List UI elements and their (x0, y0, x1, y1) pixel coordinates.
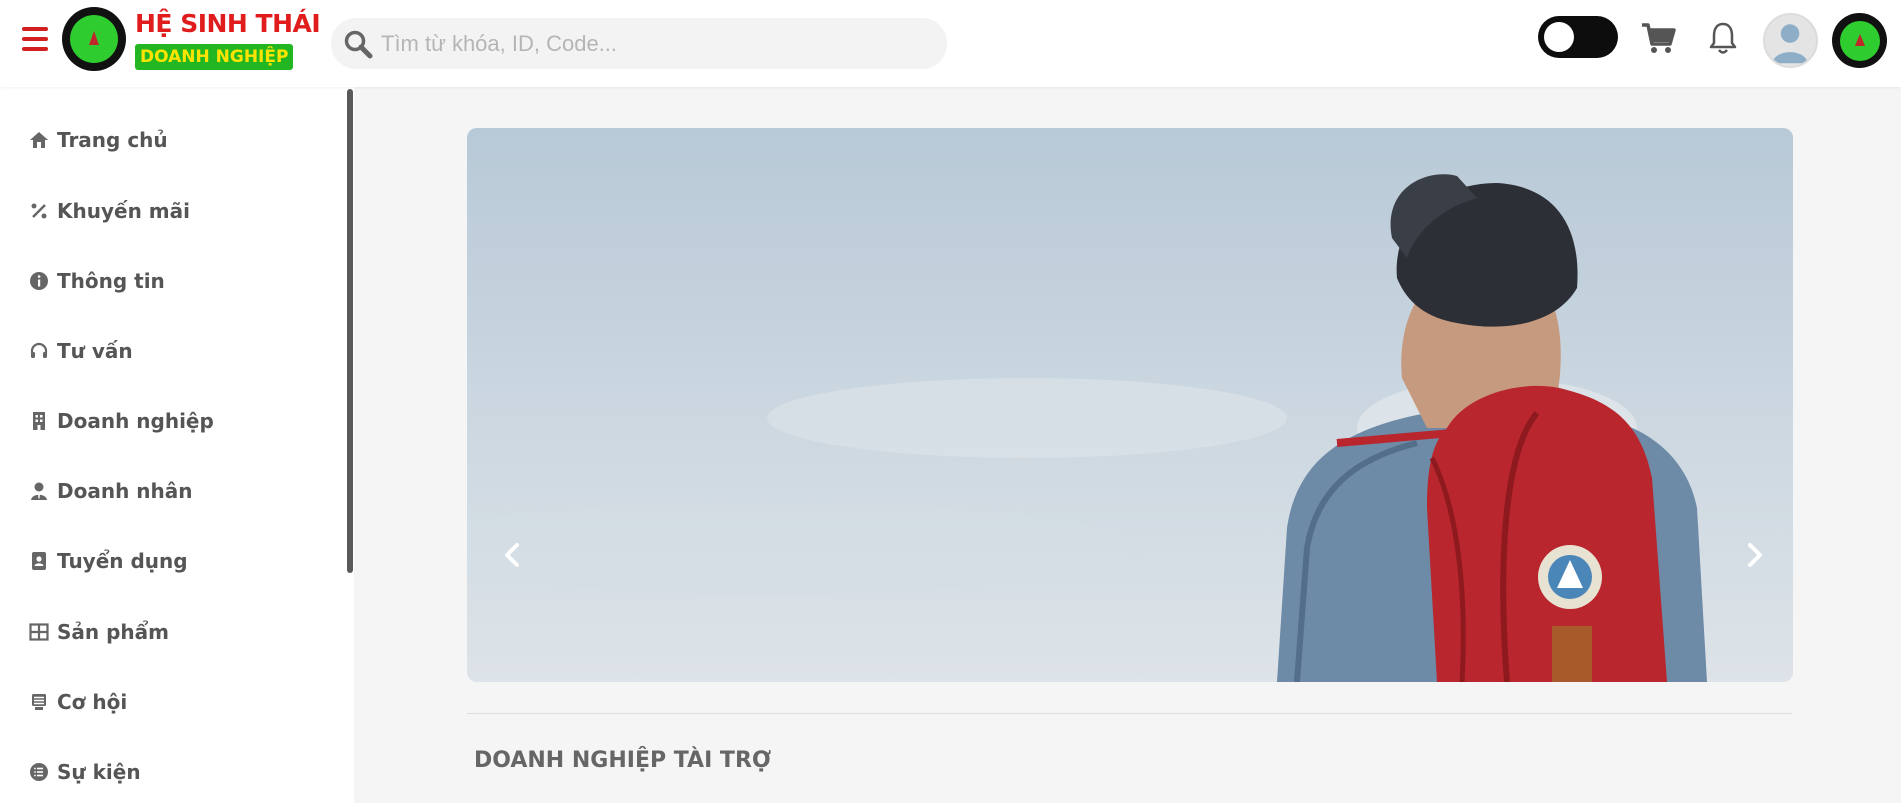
sidebar-scrollbar[interactable] (347, 89, 353, 573)
sidebar-item-events[interactable]: Sự kiện (0, 747, 340, 797)
section-divider (467, 713, 1792, 714)
sidebar-item-home[interactable]: Trang chủ (0, 115, 340, 165)
percent-icon (27, 199, 51, 223)
sidebar-item-label: Sản phẩm (57, 620, 169, 644)
cart-icon[interactable] (1640, 20, 1676, 56)
sidebar-item-information[interactable]: Thông tin (0, 256, 340, 306)
building-icon (27, 409, 51, 433)
sidebar-item-label: Cơ hội (57, 690, 128, 714)
sidebar-item-promotions[interactable]: Khuyến mãi (0, 186, 340, 236)
carousel-prev-button[interactable] (497, 535, 527, 575)
sidebar-item-products[interactable]: Sản phẩm (0, 607, 340, 657)
banner-image (467, 128, 1793, 682)
logo-title[interactable]: HỆ SINH THÁI (135, 9, 321, 38)
sidebar-item-label: Tuyển dụng (57, 549, 188, 573)
hamburger-menu-icon[interactable] (22, 27, 50, 59)
top-header: HỆ SINH THÁI DOANH NGHIỆP (0, 0, 1901, 87)
sidebar-item-entrepreneurs[interactable]: Doanh nhân (0, 466, 340, 516)
list-circle-icon (27, 760, 51, 784)
headset-icon (27, 339, 51, 363)
info-icon (27, 269, 51, 293)
search-bar (331, 18, 947, 69)
sidebar-item-label: Tư vấn (57, 339, 133, 363)
carousel-next-button[interactable] (1740, 535, 1770, 575)
search-input[interactable] (381, 30, 901, 57)
sidebar-item-label: Doanh nghiệp (57, 409, 214, 433)
logo-emblem-icon[interactable] (62, 7, 126, 71)
sidebar-item-recruitment[interactable]: Tuyển dụng (0, 536, 340, 586)
logo-subtitle[interactable]: DOANH NGHIỆP (135, 44, 294, 70)
contact-book-icon (27, 549, 51, 573)
sidebar-item-businesses[interactable]: Doanh nghiệp (0, 396, 340, 446)
search-icon[interactable] (341, 27, 375, 61)
list-icon (27, 690, 51, 714)
user-avatar[interactable] (1763, 13, 1818, 68)
grid-icon (27, 620, 51, 644)
sidebar-item-label: Sự kiện (57, 760, 141, 784)
sidebar-item-label: Khuyến mãi (57, 199, 190, 223)
sidebar-item-consulting[interactable]: Tư vấn (0, 326, 340, 376)
sidebar-item-label: Trang chủ (57, 128, 168, 152)
bell-icon[interactable] (1707, 20, 1739, 56)
user-tie-icon (27, 479, 51, 503)
section-title-sponsors: DOANH NGHIỆP TÀI TRỢ (474, 748, 772, 773)
sidebar-item-label: Doanh nhân (57, 479, 193, 503)
brand-account-icon[interactable] (1832, 13, 1887, 68)
sidebar: Trang chủ Khuyến mãi Thông tin Tư vấn Do… (0, 87, 354, 803)
sidebar-item-label: Thông tin (57, 269, 165, 293)
banner-carousel (467, 128, 1793, 682)
sidebar-item-opportunities[interactable]: Cơ hội (0, 677, 340, 727)
theme-toggle[interactable] (1538, 16, 1618, 58)
home-icon (27, 128, 51, 152)
